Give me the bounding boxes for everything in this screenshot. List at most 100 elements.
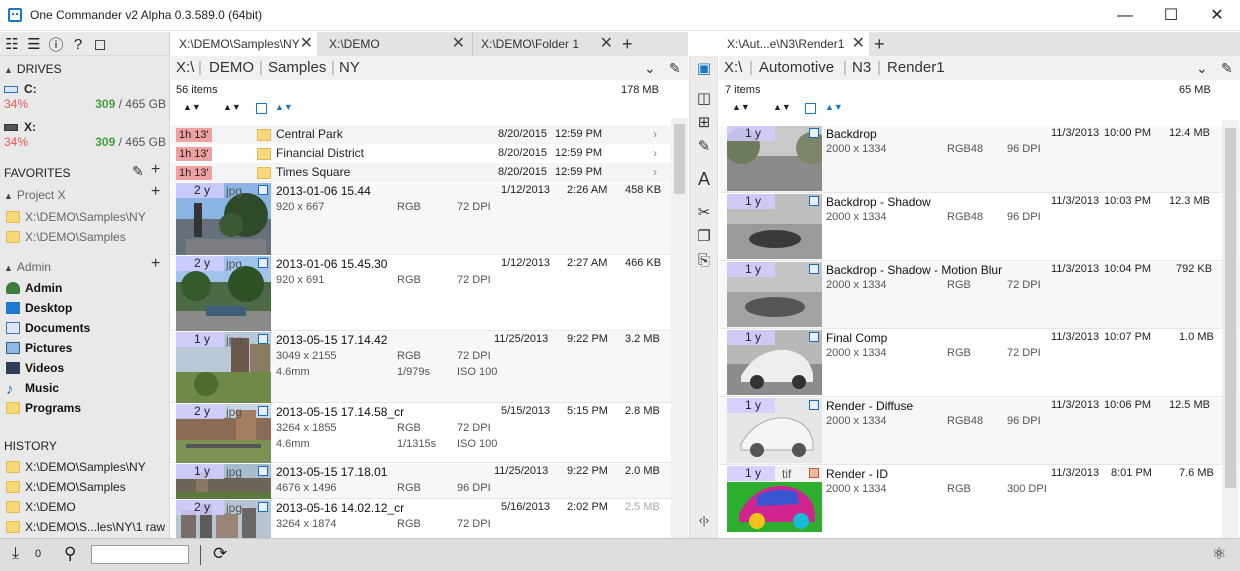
group-admin[interactable]: ▲ Admin [4,260,51,274]
sort-name-icon[interactable]: ▲▼ [732,102,750,112]
cut-icon[interactable]: ✂ [695,204,713,222]
crumb-automotive[interactable]: Automotive [759,56,834,80]
maximize-button[interactable]: ☐ [1148,0,1194,31]
thumbnail-view-icon[interactable] [256,103,267,114]
crumb-ny[interactable]: NY [339,56,360,80]
info-icon[interactable]: ⓘ [46,34,66,54]
file-row[interactable]: 1 y Backdrop - Shadow - Motion Blur 2000… [719,262,1240,329]
search-icon[interactable]: ⚲ [64,544,76,564]
crumb-root[interactable]: X:\ [724,56,742,80]
add-to-group-button[interactable]: + [151,255,160,273]
chevron-right-icon[interactable]: › [653,125,657,144]
new-folder-icon[interactable]: ◫ [695,90,713,108]
file-row[interactable]: 2 y jpg 2013-05-15 17.14.58_cr 3264 x 18… [171,404,688,463]
add-to-group-button[interactable]: + [151,183,160,201]
sort-date-icon[interactable]: ▲▼ [773,102,791,112]
right-scrollbar[interactable] [1222,120,1239,538]
chevron-right-icon[interactable]: › [653,144,657,163]
crumb-render1[interactable]: Render1 [887,56,945,80]
settings-sliders-icon[interactable]: ☰ [24,34,44,54]
history-item[interactable]: X:\DEMO\Samples [6,478,168,496]
edit-file-icon[interactable]: ✎ [695,138,713,156]
image-type-icon [258,406,268,416]
image-view-icon[interactable]: ▣ [695,60,713,78]
folder-row[interactable]: 1h 13' Central Park 8/20/2015 12:59 PM › [171,125,688,144]
favorite-documents[interactable]: Documents [6,319,168,337]
favorite-item[interactable]: X:\DEMO\Samples\NY [6,208,168,226]
folder-row[interactable]: 1h 13' Financial District 8/20/2015 12:5… [171,144,688,163]
file-row[interactable]: 1 y Final Comp 2000 x 1334 RGB 72 DPI 11… [719,330,1240,397]
theme-icon[interactable]: ⚛ [1212,544,1226,564]
group-project-x[interactable]: ▲ Project X [4,188,66,202]
chevron-right-icon[interactable]: › [653,163,657,182]
sort-name-icon[interactable]: ▲▼ [183,102,201,112]
file-row[interactable]: 1 y Render - Diffuse 2000 x 1334 RGB48 9… [719,398,1240,465]
folder-row[interactable]: 1h 13' Times Square 8/20/2015 12:59 PM › [171,163,688,182]
crumb-n3[interactable]: N3 [852,56,871,80]
crumb-demo[interactable]: DEMO [209,56,254,80]
file-row[interactable]: 1 y Backdrop - Shadow 2000 x 1334 RGB48 … [719,194,1240,261]
new-tab-button[interactable]: + [622,32,633,56]
edit-icon[interactable]: ✎ [132,163,144,180]
tab-render1[interactable]: X:\Aut...e\N3\Render1 ✕ [719,32,869,56]
tab-folder-1[interactable]: X:\DEMO\Folder 1 ✕ [472,32,617,56]
favorite-desktop[interactable]: Desktop [6,299,168,317]
image-thumbnail: 2 y jpg [176,256,271,331]
scroll-thumb[interactable] [674,124,685,194]
favorite-item[interactable]: X:\DEMO\Samples [6,228,168,246]
history-item[interactable]: X:\DEMO [6,498,168,516]
sort-size-icon[interactable]: ▲▼ [275,102,293,112]
add-favorite-button[interactable]: + [151,161,160,179]
favorite-admin[interactable]: Admin [6,279,168,297]
new-tab-button[interactable]: + [874,32,885,56]
minimize-button[interactable]: — [1102,0,1148,31]
favorite-music[interactable]: ♪ Music [6,379,168,397]
close-tab-icon[interactable]: ✕ [452,32,465,56]
split-resize-icon[interactable]: ‹|› [695,512,713,530]
chevron-down-icon[interactable]: ⌄ [1196,56,1208,80]
search-input[interactable] [91,545,189,564]
drives-header[interactable]: ▲ DRIVES [4,62,62,76]
history-item[interactable]: X:\DEMO\S...les\NY\1 raw [6,518,168,536]
paste-icon[interactable]: ⎘ [695,252,713,270]
file-row[interactable]: 1 y jpg 2013-05-15 17.14.42 3049 x 2155 … [171,332,688,403]
copy-icon[interactable]: ❐ [695,228,713,246]
edit-path-icon[interactable]: ✎ [1221,56,1233,80]
close-button[interactable]: ✕ [1194,0,1240,31]
sort-date-icon[interactable]: ▲▼ [223,102,241,112]
chat-icon[interactable]: ◻ [90,34,110,54]
file-row[interactable]: 2 y jpg 2013-05-16 14.02.12_cr 3264 x 18… [171,500,688,538]
file-row[interactable]: 1 y tif Render - ID 2000 x 1334 RGB 300 … [719,466,1240,538]
chevron-down-icon[interactable]: ⌄ [644,56,656,80]
close-tab-icon[interactable]: ✕ [300,32,313,56]
edit-path-icon[interactable]: ✎ [669,56,681,80]
tab-samples-ny[interactable]: X:\DEMO\Samples\NY ✕ [171,32,317,56]
crumb-root[interactable]: X:\ [176,56,194,80]
file-row[interactable]: 1 y Backdrop 2000 x 1334 RGB48 96 DPI 11… [719,126,1240,193]
new-file-icon[interactable]: ⊞ [695,114,713,132]
columns-icon[interactable]: ☷ [2,34,22,54]
drive-c[interactable]: C: 34% 309 / 465 GB [4,82,166,118]
close-tab-icon[interactable]: ✕ [852,32,865,56]
scroll-thumb[interactable] [1225,128,1236,488]
favorites-header[interactable]: FAVORITES [4,166,70,180]
file-row[interactable]: 2 y jpg 2013-01-06 15.45.30 920 x 691 RG… [171,256,688,331]
help-icon[interactable]: ? [68,34,88,54]
thumbnail-view-icon[interactable] [805,103,816,114]
file-row[interactable]: 2 y jpg 2013-01-06 15.44 920 x 667 RGB 7… [171,183,688,255]
favorite-programs[interactable]: Programs [6,399,168,417]
sort-size-icon[interactable]: ▲▼ [825,102,843,112]
status-bar: ⤓ 0 ⚲ ⟳ ⚛ [0,538,1240,571]
file-row[interactable]: 1 y jpg 2013-05-15 17.18.01 4676 x 1496 … [171,464,688,499]
favorite-videos[interactable]: Videos [6,359,168,377]
drive-x[interactable]: X: 34% 309 / 465 GB [4,120,166,156]
favorite-pictures[interactable]: Pictures [6,339,168,357]
close-tab-icon[interactable]: ✕ [600,32,613,56]
download-tray-icon[interactable]: ⤓ [12,545,19,563]
history-item[interactable]: X:\DEMO\Samples\NY [6,458,168,476]
rename-icon[interactable]: A [695,170,713,188]
tab-demo[interactable]: X:\DEMO ✕ [321,32,469,56]
refresh-icon[interactable]: ⟳ [213,544,227,564]
crumb-samples[interactable]: Samples [268,56,326,80]
left-scrollbar[interactable] [671,118,688,538]
